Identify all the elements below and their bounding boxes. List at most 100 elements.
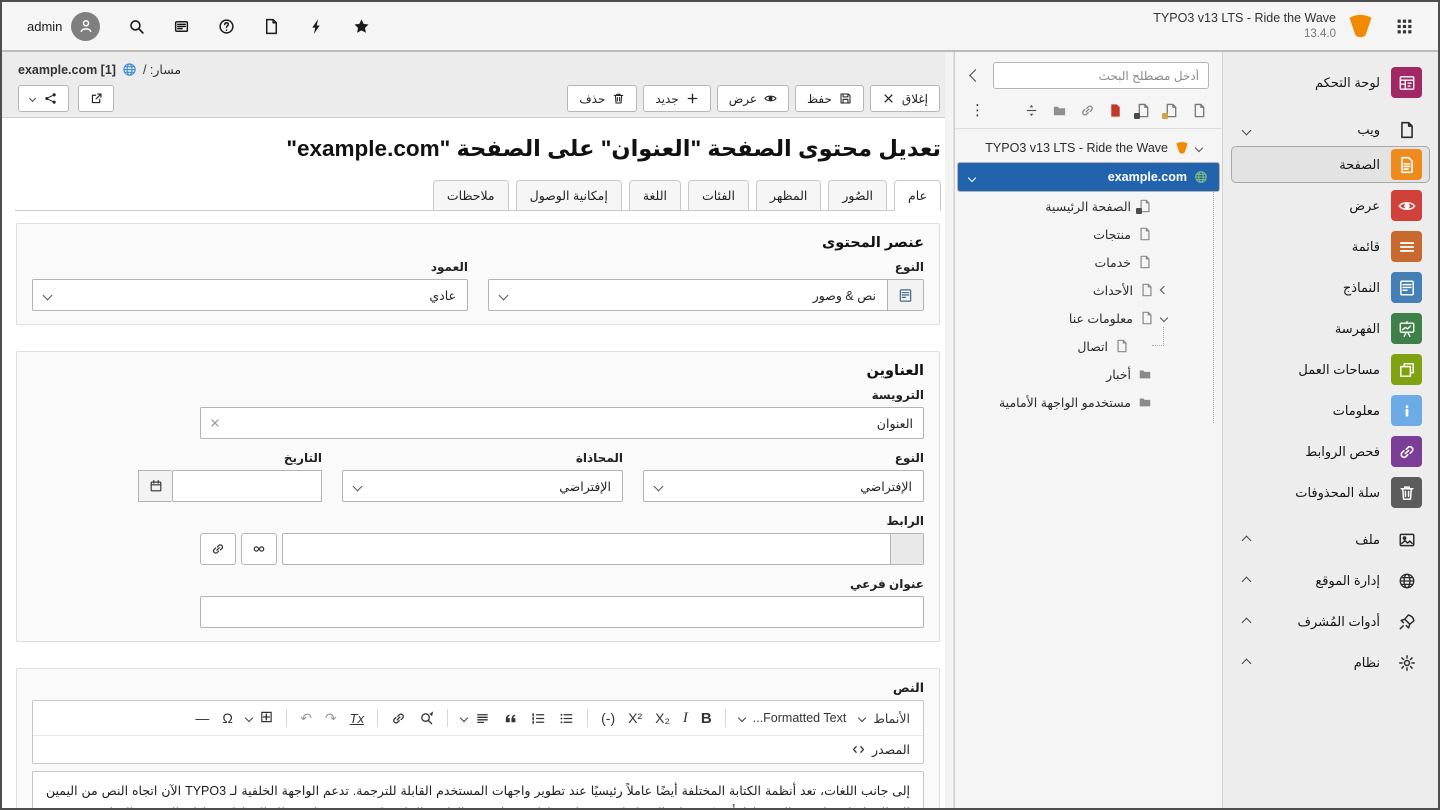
tab-accessibility[interactable]: إمكانية الوصول — [516, 180, 622, 211]
collapse-all-icon[interactable] — [1024, 103, 1039, 118]
selected-value: عادي — [429, 288, 456, 303]
rte-link-button[interactable] — [391, 711, 406, 726]
section-headers: العناوين الترويسة النوع — [16, 351, 940, 642]
close-button[interactable]: إغلاق — [870, 85, 940, 112]
field-date: التاريخ — [138, 451, 322, 502]
rte-italic-button[interactable]: I — [683, 711, 688, 726]
clear-icon[interactable] — [209, 417, 221, 429]
search-button[interactable] — [117, 12, 156, 41]
module-info[interactable]: معلومات — [1231, 392, 1430, 429]
module-group-file[interactable]: ملف — [1231, 528, 1430, 552]
new-user-page-drag-icon[interactable] — [1164, 103, 1179, 118]
tree-node-about[interactable]: معلومات عنا — [955, 304, 1222, 332]
new-button[interactable]: جديد — [643, 85, 710, 112]
tab-appearance[interactable]: المظهر — [756, 180, 821, 211]
date-input[interactable] — [172, 470, 322, 502]
rte-alignment-dropdown[interactable] — [461, 711, 490, 726]
rte-find-replace-button[interactable] — [419, 711, 434, 726]
tree-node-events[interactable]: الأحداث — [955, 276, 1222, 304]
rte-bold-button[interactable]: B — [701, 711, 712, 726]
link-records-button[interactable] — [241, 533, 277, 565]
rte-format-dropdown[interactable]: ...Formatted Text — [739, 711, 847, 725]
share-button[interactable] — [18, 85, 69, 112]
tab-language[interactable]: اللغة — [629, 180, 681, 211]
rte-blockquote-button[interactable] — [503, 711, 518, 726]
tree-node-frontend-users[interactable]: مستخدمو الواجهة الأمامية — [955, 388, 1222, 416]
rte-subscript-button[interactable]: X₂ — [655, 711, 670, 725]
view-button[interactable]: عرض — [717, 85, 789, 112]
share-icon — [44, 92, 57, 105]
documentation-button[interactable] — [252, 12, 291, 41]
rte-numbered-list-button[interactable] — [531, 711, 546, 726]
chevron-down-icon — [43, 291, 53, 301]
content-scrollbar[interactable] — [945, 52, 954, 808]
rte-soft-hyphen-button[interactable]: (-) — [601, 711, 615, 725]
rte-table-dropdown[interactable]: ⊞ — [246, 710, 273, 726]
module-label: الفهرسة — [1335, 321, 1380, 337]
module-group-site[interactable]: إدارة الموقع — [1231, 569, 1430, 593]
link-input[interactable] — [282, 533, 891, 565]
module-forms[interactable]: النماذج — [1231, 269, 1430, 306]
tree-node-example-com[interactable]: example.com — [957, 162, 1220, 192]
help-button[interactable] — [207, 12, 246, 41]
module-workspaces[interactable]: مساحات العمل — [1231, 351, 1430, 388]
module-indexed-search[interactable]: الفهرسة — [1231, 310, 1430, 347]
rte-superscript-button[interactable]: X² — [628, 711, 642, 725]
module-recycler[interactable]: سلة المحذوفات — [1231, 474, 1430, 511]
date-picker-button[interactable] — [138, 470, 172, 502]
tree-node-products[interactable]: منتجات — [955, 220, 1222, 248]
delete-button[interactable]: حذف — [567, 85, 637, 112]
tab-general[interactable]: عام — [894, 180, 941, 211]
column-select[interactable]: عادي — [32, 279, 468, 311]
rte-bulleted-list-button[interactable] — [559, 711, 574, 726]
apps-grid-button[interactable] — [1385, 12, 1424, 41]
tree-collapse-panel-button[interactable] — [968, 68, 983, 83]
rte-content[interactable]: إلى جانب اللغات، تعد أنظمة الكتابة المخت… — [32, 771, 924, 810]
clear-cache-button[interactable] — [297, 12, 336, 41]
tree-node-root[interactable]: TYPO3 v13 LTS - Ride the Wave — [955, 134, 1222, 162]
new-link-page-drag-icon[interactable] — [1108, 103, 1123, 118]
rte-undo-button[interactable]: ↶ — [300, 711, 312, 725]
new-page-drag-icon[interactable] — [1192, 103, 1207, 118]
tree-node-home[interactable]: الصفحة الرئيسية — [955, 192, 1222, 220]
tab-notes[interactable]: ملاحظات — [433, 180, 509, 211]
module-group-web[interactable]: ويب — [1231, 118, 1430, 142]
header-input[interactable] — [200, 407, 924, 439]
rte-styles-dropdown[interactable]: الأنماط — [859, 711, 910, 726]
link-browser-button[interactable] — [200, 533, 236, 565]
new-folder-drag-icon[interactable] — [1052, 103, 1067, 118]
subheader-input[interactable] — [200, 596, 924, 628]
module-menu-toggle-button[interactable] — [162, 12, 201, 41]
header-type-select[interactable]: الإفتراضي — [643, 470, 924, 502]
module-page[interactable]: الصفحة — [1231, 146, 1430, 183]
save-button[interactable]: حفظ — [795, 85, 864, 112]
module-list[interactable]: قائمة — [1231, 228, 1430, 265]
rte-special-char-button[interactable]: Ω — [222, 711, 232, 725]
user-menu-button[interactable]: admin — [16, 6, 111, 47]
source-label[interactable]: المصدر — [872, 742, 910, 757]
dashboard-icon — [1391, 67, 1422, 98]
module-dashboard[interactable]: لوحة التحكم — [1231, 64, 1430, 101]
tree-node-news[interactable]: أخبار — [955, 360, 1222, 388]
open-in-new-window-button[interactable] — [78, 85, 114, 112]
new-shortcut-page-drag-icon[interactable] — [1136, 103, 1151, 118]
source-code-icon[interactable] — [851, 742, 866, 757]
bookmarks-button[interactable] — [342, 12, 381, 41]
module-group-admin-tools[interactable]: أدوات المُشرف — [1231, 610, 1430, 634]
tree-more-options-button[interactable]: ⋮ — [970, 101, 985, 119]
rte-horizontal-rule-button[interactable]: — — [195, 711, 209, 725]
tab-categories[interactable]: الفئات — [688, 180, 749, 211]
module-linkvalidator[interactable]: فحص الروابط — [1231, 433, 1430, 470]
tree-search-input[interactable] — [993, 62, 1209, 89]
module-view[interactable]: عرض — [1231, 187, 1430, 224]
header-align-select[interactable]: الإفتراضي — [342, 470, 623, 502]
breadcrumb-page[interactable]: example.com [1] — [18, 63, 116, 77]
tab-images[interactable]: الصُور — [828, 180, 887, 211]
type-select[interactable]: نص & وصور — [488, 279, 887, 311]
tree-node-services[interactable]: خدمات — [955, 248, 1222, 276]
link-icon[interactable] — [1080, 103, 1095, 118]
rte-redo-button[interactable]: ↷ — [325, 711, 337, 725]
rte-remove-format-button[interactable]: Tx — [350, 712, 364, 725]
tree-node-contact[interactable]: اتصال — [955, 332, 1222, 360]
module-group-system[interactable]: نظام — [1231, 651, 1430, 675]
